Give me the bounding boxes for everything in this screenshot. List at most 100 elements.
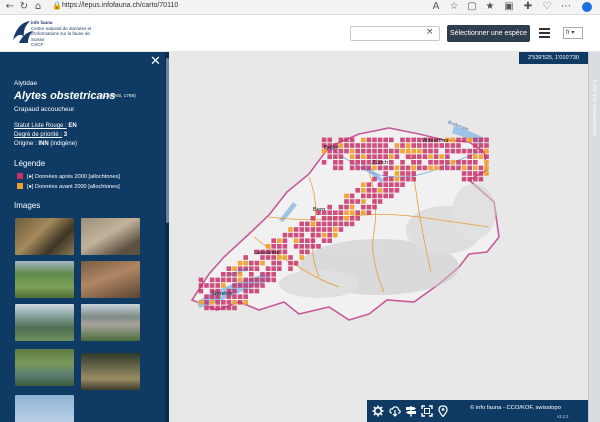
grid-cell-post-2000[interactable] bbox=[338, 216, 344, 221]
copilot-icon[interactable] bbox=[582, 2, 592, 12]
status-label[interactable]: Degré de priorité : bbox=[14, 132, 62, 138]
grid-cell-post-2000[interactable] bbox=[439, 160, 444, 165]
grid-cell-post-2000[interactable] bbox=[249, 288, 254, 294]
more-options-icon[interactable]: ⋯ bbox=[560, 1, 572, 13]
grid-cell-post-2000[interactable] bbox=[349, 221, 355, 227]
clear-search-icon[interactable]: × bbox=[426, 27, 434, 37]
grid-cell-post-2000[interactable] bbox=[366, 182, 372, 187]
grid-cell-post-2000[interactable] bbox=[417, 165, 422, 171]
grid-cell-pre-2000[interactable] bbox=[349, 210, 355, 215]
grid-cell-post-2000[interactable] bbox=[265, 266, 271, 271]
grid-cell-post-2000[interactable] bbox=[461, 137, 467, 143]
grid-cell-post-2000[interactable] bbox=[411, 143, 416, 148]
grid-cell-post-2000[interactable] bbox=[400, 160, 405, 165]
url-bar[interactable]: https://lepus.infofauna.ch/carto/70110 bbox=[62, 2, 178, 9]
grid-cell-post-2000[interactable] bbox=[237, 300, 243, 305]
grid-cell-post-2000[interactable] bbox=[338, 137, 344, 143]
grid-cell-post-2000[interactable] bbox=[428, 148, 433, 154]
home-icon[interactable]: ⌂ bbox=[32, 1, 44, 13]
grid-cell-post-2000[interactable] bbox=[366, 204, 372, 210]
grid-cell-post-2000[interactable] bbox=[254, 260, 260, 266]
grid-cell-post-2000[interactable] bbox=[484, 143, 489, 148]
grid-cell-post-2000[interactable] bbox=[411, 160, 416, 165]
grid-cell-post-2000[interactable] bbox=[327, 227, 332, 232]
grid-cell-post-2000[interactable] bbox=[349, 193, 355, 199]
grid-cell-post-2000[interactable] bbox=[349, 165, 355, 171]
grid-cell-post-2000[interactable] bbox=[394, 182, 400, 187]
grid-cell-post-2000[interactable] bbox=[372, 154, 377, 159]
grid-cell-post-2000[interactable] bbox=[288, 266, 293, 271]
grid-cell-pre-2000[interactable] bbox=[338, 143, 344, 148]
grid-cell-post-2000[interactable] bbox=[249, 272, 254, 277]
grid-cell-post-2000[interactable] bbox=[349, 199, 355, 204]
grid-cell-pre-2000[interactable] bbox=[473, 165, 478, 171]
grid-cell-post-2000[interactable] bbox=[478, 176, 484, 182]
grid-cell-post-2000[interactable] bbox=[243, 288, 248, 294]
grid-cell-post-2000[interactable] bbox=[344, 148, 349, 154]
grid-cell-post-2000[interactable] bbox=[366, 193, 372, 199]
grid-cell-post-2000[interactable] bbox=[461, 160, 467, 165]
grid-cell-post-2000[interactable] bbox=[249, 283, 254, 288]
grid-cell-post-2000[interactable] bbox=[383, 193, 388, 199]
grid-cell-pre-2000[interactable] bbox=[389, 154, 394, 159]
grid-cell-pre-2000[interactable] bbox=[394, 165, 400, 171]
grid-cell-post-2000[interactable] bbox=[271, 266, 276, 271]
grid-cell-post-2000[interactable] bbox=[377, 165, 383, 171]
grid-cell-post-2000[interactable] bbox=[226, 305, 232, 311]
grid-cell-post-2000[interactable] bbox=[282, 232, 288, 238]
grid-cell-pre-2000[interactable] bbox=[349, 204, 355, 210]
grid-cell-post-2000[interactable] bbox=[232, 288, 237, 294]
grid-cell-post-2000[interactable] bbox=[394, 154, 400, 159]
grid-cell-post-2000[interactable] bbox=[209, 305, 215, 311]
grid-cell-post-2000[interactable] bbox=[333, 165, 338, 171]
grid-cell-pre-2000[interactable] bbox=[450, 160, 456, 165]
grid-cell-post-2000[interactable] bbox=[265, 272, 271, 277]
grid-cell-post-2000[interactable] bbox=[209, 277, 215, 283]
grid-cell-post-2000[interactable] bbox=[366, 137, 372, 143]
grid-cell-post-2000[interactable] bbox=[473, 148, 478, 154]
grid-cell-post-2000[interactable] bbox=[445, 160, 450, 165]
grid-cell-post-2000[interactable] bbox=[400, 137, 405, 143]
grid-cell-post-2000[interactable] bbox=[372, 143, 377, 148]
grid-cell-post-2000[interactable] bbox=[310, 232, 316, 238]
grid-cell-pre-2000[interactable] bbox=[299, 255, 304, 260]
hamburger-menu-icon[interactable] bbox=[539, 28, 550, 38]
grid-cell-post-2000[interactable] bbox=[422, 165, 428, 171]
grid-cell-post-2000[interactable] bbox=[277, 244, 282, 249]
grid-cell-post-2000[interactable] bbox=[271, 272, 276, 277]
grid-cell-post-2000[interactable] bbox=[461, 148, 467, 154]
grid-cell-post-2000[interactable] bbox=[405, 137, 411, 143]
grid-cell-post-2000[interactable] bbox=[411, 154, 416, 159]
grid-cell-post-2000[interactable] bbox=[338, 154, 344, 159]
grid-cell-post-2000[interactable] bbox=[383, 188, 388, 193]
grid-cell-pre-2000[interactable] bbox=[394, 176, 400, 182]
grid-cell-post-2000[interactable] bbox=[260, 277, 265, 283]
map-canvas[interactable] bbox=[169, 52, 588, 422]
grid-cell-post-2000[interactable] bbox=[204, 294, 209, 299]
grid-cell-pre-2000[interactable] bbox=[361, 210, 366, 215]
image-thumbnail-toad-eggs[interactable] bbox=[81, 218, 140, 255]
grid-cell-post-2000[interactable] bbox=[361, 204, 366, 210]
grid-cell-post-2000[interactable] bbox=[333, 221, 338, 227]
grid-cell-post-2000[interactable] bbox=[456, 160, 461, 165]
grid-cell-post-2000[interactable] bbox=[389, 148, 394, 154]
grid-cell-post-2000[interactable] bbox=[299, 221, 304, 227]
grid-cell-post-2000[interactable] bbox=[478, 137, 484, 143]
grid-cell-pre-2000[interactable] bbox=[293, 238, 299, 243]
grid-cell-post-2000[interactable] bbox=[344, 221, 349, 227]
grid-cell-pre-2000[interactable] bbox=[484, 165, 489, 171]
grid-cell-post-2000[interactable] bbox=[299, 244, 304, 249]
grid-cell-post-2000[interactable] bbox=[372, 204, 377, 210]
grid-cell-pre-2000[interactable] bbox=[288, 227, 293, 232]
grid-cell-post-2000[interactable] bbox=[377, 182, 383, 187]
grid-cell-post-2000[interactable] bbox=[254, 283, 260, 288]
grid-cell-post-2000[interactable] bbox=[316, 227, 321, 232]
grid-cell-pre-2000[interactable] bbox=[417, 148, 422, 154]
grid-cell-post-2000[interactable] bbox=[221, 305, 226, 311]
grid-cell-post-2000[interactable] bbox=[321, 238, 327, 243]
grid-cell-post-2000[interactable] bbox=[344, 199, 349, 204]
grid-cell-post-2000[interactable] bbox=[277, 260, 282, 266]
grid-cell-post-2000[interactable] bbox=[271, 244, 276, 249]
grid-cell-post-2000[interactable] bbox=[372, 199, 377, 204]
grid-cell-post-2000[interactable] bbox=[327, 210, 332, 215]
